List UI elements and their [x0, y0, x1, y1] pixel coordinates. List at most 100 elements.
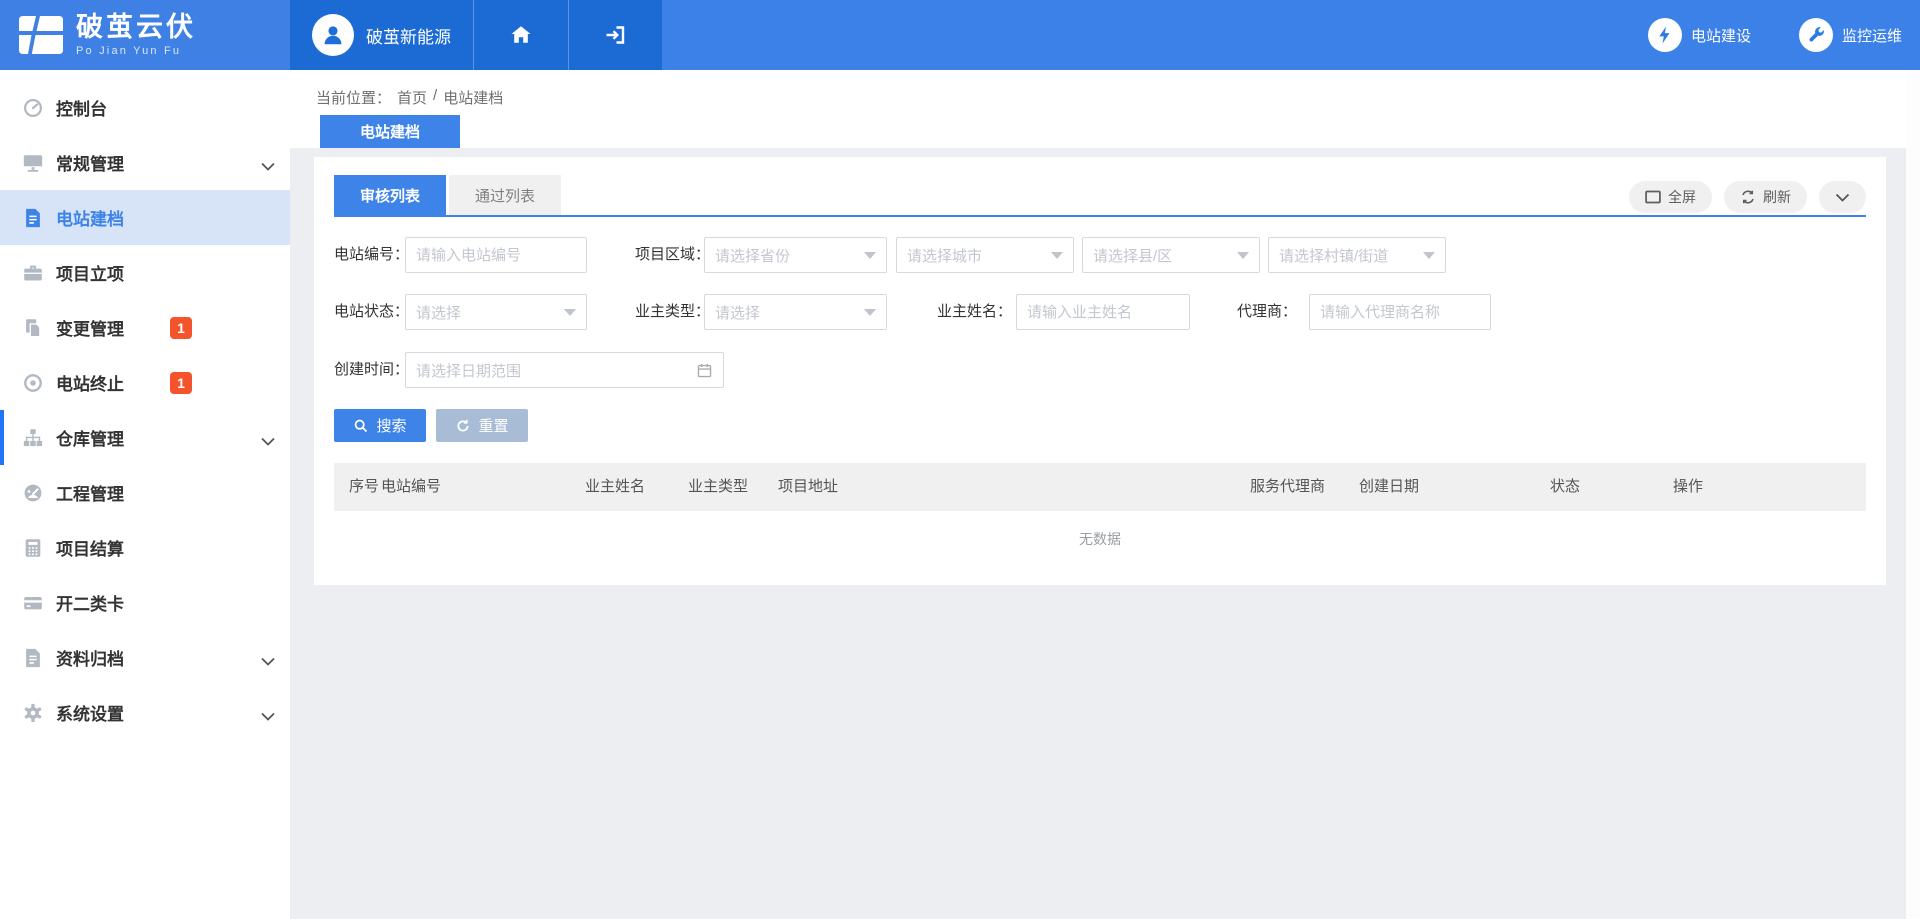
page-tab-station-archive[interactable]: 电站建档: [320, 115, 460, 148]
fullscreen-icon: [1645, 190, 1661, 204]
sidebar-item-console[interactable]: 控制台: [0, 80, 290, 135]
date-range-picker[interactable]: 请选择日期范围: [405, 352, 724, 388]
sidebar-item-second-class-card[interactable]: 开二类卡: [0, 575, 290, 630]
brand-logo-area: 破茧云伏 Po Jian Yun Fu: [0, 0, 290, 70]
owner-name-input[interactable]: [1016, 294, 1190, 330]
brand-logo-icon: [18, 13, 64, 57]
station-no-label: 电站编号：: [334, 237, 409, 273]
agent-input[interactable]: [1309, 294, 1491, 330]
empty-state-text: 无数据: [334, 511, 1866, 567]
owner-name-label: 业主姓名：: [937, 294, 1012, 330]
village-select[interactable]: 请选择村镇/街道: [1268, 237, 1446, 273]
avatar: [312, 14, 354, 56]
sidebar-item-station-archive[interactable]: 电站建档: [0, 190, 290, 245]
sign-in-arrow-icon: [603, 23, 627, 47]
col-station-no: 电站编号: [381, 463, 441, 511]
app-root: 破茧云伏 Po Jian Yun Fu 破茧新能源: [0, 0, 1920, 919]
tab-review-list[interactable]: 审核列表: [334, 175, 446, 215]
chevron-down-icon: [261, 433, 275, 451]
header-user-section: 破茧新能源: [290, 0, 662, 70]
fullscreen-button[interactable]: 全屏: [1629, 181, 1712, 213]
breadcrumb-home[interactable]: 首页: [397, 87, 427, 108]
city-placeholder: 请选择城市: [907, 245, 982, 266]
sidebar-item-label: 项目立项: [56, 260, 124, 285]
breadcrumb-separator: /: [433, 87, 437, 108]
breadcrumb-current: 电站建档: [443, 87, 503, 108]
refresh-button[interactable]: 刷新: [1724, 181, 1807, 213]
sidebar-item-data-archive[interactable]: 资料归档: [0, 630, 290, 685]
breadcrumb-bar: 当前位置： 首页 / 电站建档 电站建档: [290, 70, 1920, 148]
refresh-label: 刷新: [1763, 187, 1791, 207]
scrollbar-track[interactable]: [1906, 70, 1920, 919]
sidebar-item-engineering-management[interactable]: 工程管理: [0, 465, 290, 520]
owner-type-placeholder: 请选择: [715, 302, 760, 323]
content-area: 审核列表 通过列表 全屏 刷新: [290, 148, 1920, 919]
col-owner-type: 业主类型: [688, 463, 748, 511]
owner-type-label: 业主类型：: [635, 294, 710, 330]
lightning-icon: [1648, 18, 1682, 52]
sidebar-item-project-initiation[interactable]: 项目立项: [0, 245, 290, 300]
brand-text: 破茧云伏 Po Jian Yun Fu: [76, 14, 196, 57]
sidebar-item-label: 变更管理: [56, 315, 124, 340]
sitemap-icon: [21, 426, 45, 450]
tab-passed-list[interactable]: 通过列表: [449, 175, 561, 215]
caret-down-icon: [1051, 252, 1063, 259]
wrench-icon: [1799, 18, 1833, 52]
sidebar-item-project-settlement[interactable]: 项目结算: [0, 520, 290, 575]
sidebar-item-label: 仓库管理: [56, 425, 124, 450]
module-monitoring-ops[interactable]: 监控运维: [1799, 18, 1902, 52]
station-status-select[interactable]: 请选择: [405, 294, 587, 330]
sign-out-button[interactable]: [568, 0, 662, 70]
bank-card-icon: [21, 591, 45, 615]
sidebar-item-warehouse-management[interactable]: 仓库管理: [0, 410, 290, 465]
home-icon: [509, 23, 533, 47]
panel-toolbar: 全屏 刷新: [1629, 181, 1866, 213]
collapse-button[interactable]: [1819, 181, 1866, 213]
gear-icon: [21, 701, 45, 725]
city-select[interactable]: 请选择城市: [896, 237, 1074, 273]
reset-button[interactable]: 重置: [436, 409, 528, 442]
province-select[interactable]: 请选择省份: [704, 237, 887, 273]
archive-document-icon: [21, 646, 45, 670]
notification-badge: 1: [170, 317, 192, 339]
create-time-label: 创建时间：: [334, 352, 409, 388]
agent-label: 代理商：: [1237, 294, 1297, 330]
refresh-icon: [1740, 189, 1756, 205]
sidebar-item-label: 项目结算: [56, 535, 124, 560]
notification-badge: 1: [170, 372, 192, 394]
user-chip[interactable]: 破茧新能源: [290, 0, 473, 70]
copy-pages-icon: [21, 316, 45, 340]
header-modules: 电站建设 监控运维: [662, 0, 1920, 70]
monitor-icon: [21, 151, 45, 175]
chevron-down-icon: [261, 653, 275, 671]
sidebar-item-label: 常规管理: [56, 150, 124, 175]
chevron-down-icon: [261, 708, 275, 726]
sidebar-item-station-termination[interactable]: 电站终止 1: [0, 355, 290, 410]
sidebar-item-system-settings[interactable]: 系统设置: [0, 685, 290, 740]
search-button[interactable]: 搜索: [334, 409, 426, 442]
caret-down-icon: [564, 309, 576, 316]
owner-type-select[interactable]: 请选择: [704, 294, 887, 330]
home-button[interactable]: [474, 0, 568, 70]
county-select[interactable]: 请选择县/区: [1082, 237, 1260, 273]
chevron-down-icon: [1835, 193, 1850, 202]
sidebar-item-change-management[interactable]: 变更管理 1: [0, 300, 290, 355]
breadcrumb: 当前位置： 首页 / 电站建档: [316, 87, 509, 108]
sidebar-item-label: 电站终止: [56, 370, 124, 395]
sidebar-item-label: 系统设置: [56, 700, 124, 725]
calculator-icon: [21, 536, 45, 560]
module-station-construction[interactable]: 电站建设: [1648, 18, 1751, 52]
dashboard-icon: [21, 481, 45, 505]
col-create-date: 创建日期: [1359, 463, 1419, 511]
region-label: 项目区域：: [635, 237, 710, 273]
search-icon: [353, 418, 369, 434]
station-no-input[interactable]: [405, 237, 587, 273]
main-area: 当前位置： 首页 / 电站建档 电站建档 审核列表 通过列表 全: [290, 70, 1920, 919]
province-placeholder: 请选择省份: [715, 245, 790, 266]
col-seq: 序号: [349, 463, 379, 511]
sidebar: 控制台 常规管理 电站建档: [0, 70, 290, 919]
sidebar-item-general-management[interactable]: 常规管理: [0, 135, 290, 190]
reset-button-label: 重置: [478, 415, 508, 436]
caret-down-icon: [864, 309, 876, 316]
brand-title: 破茧云伏: [76, 14, 196, 41]
